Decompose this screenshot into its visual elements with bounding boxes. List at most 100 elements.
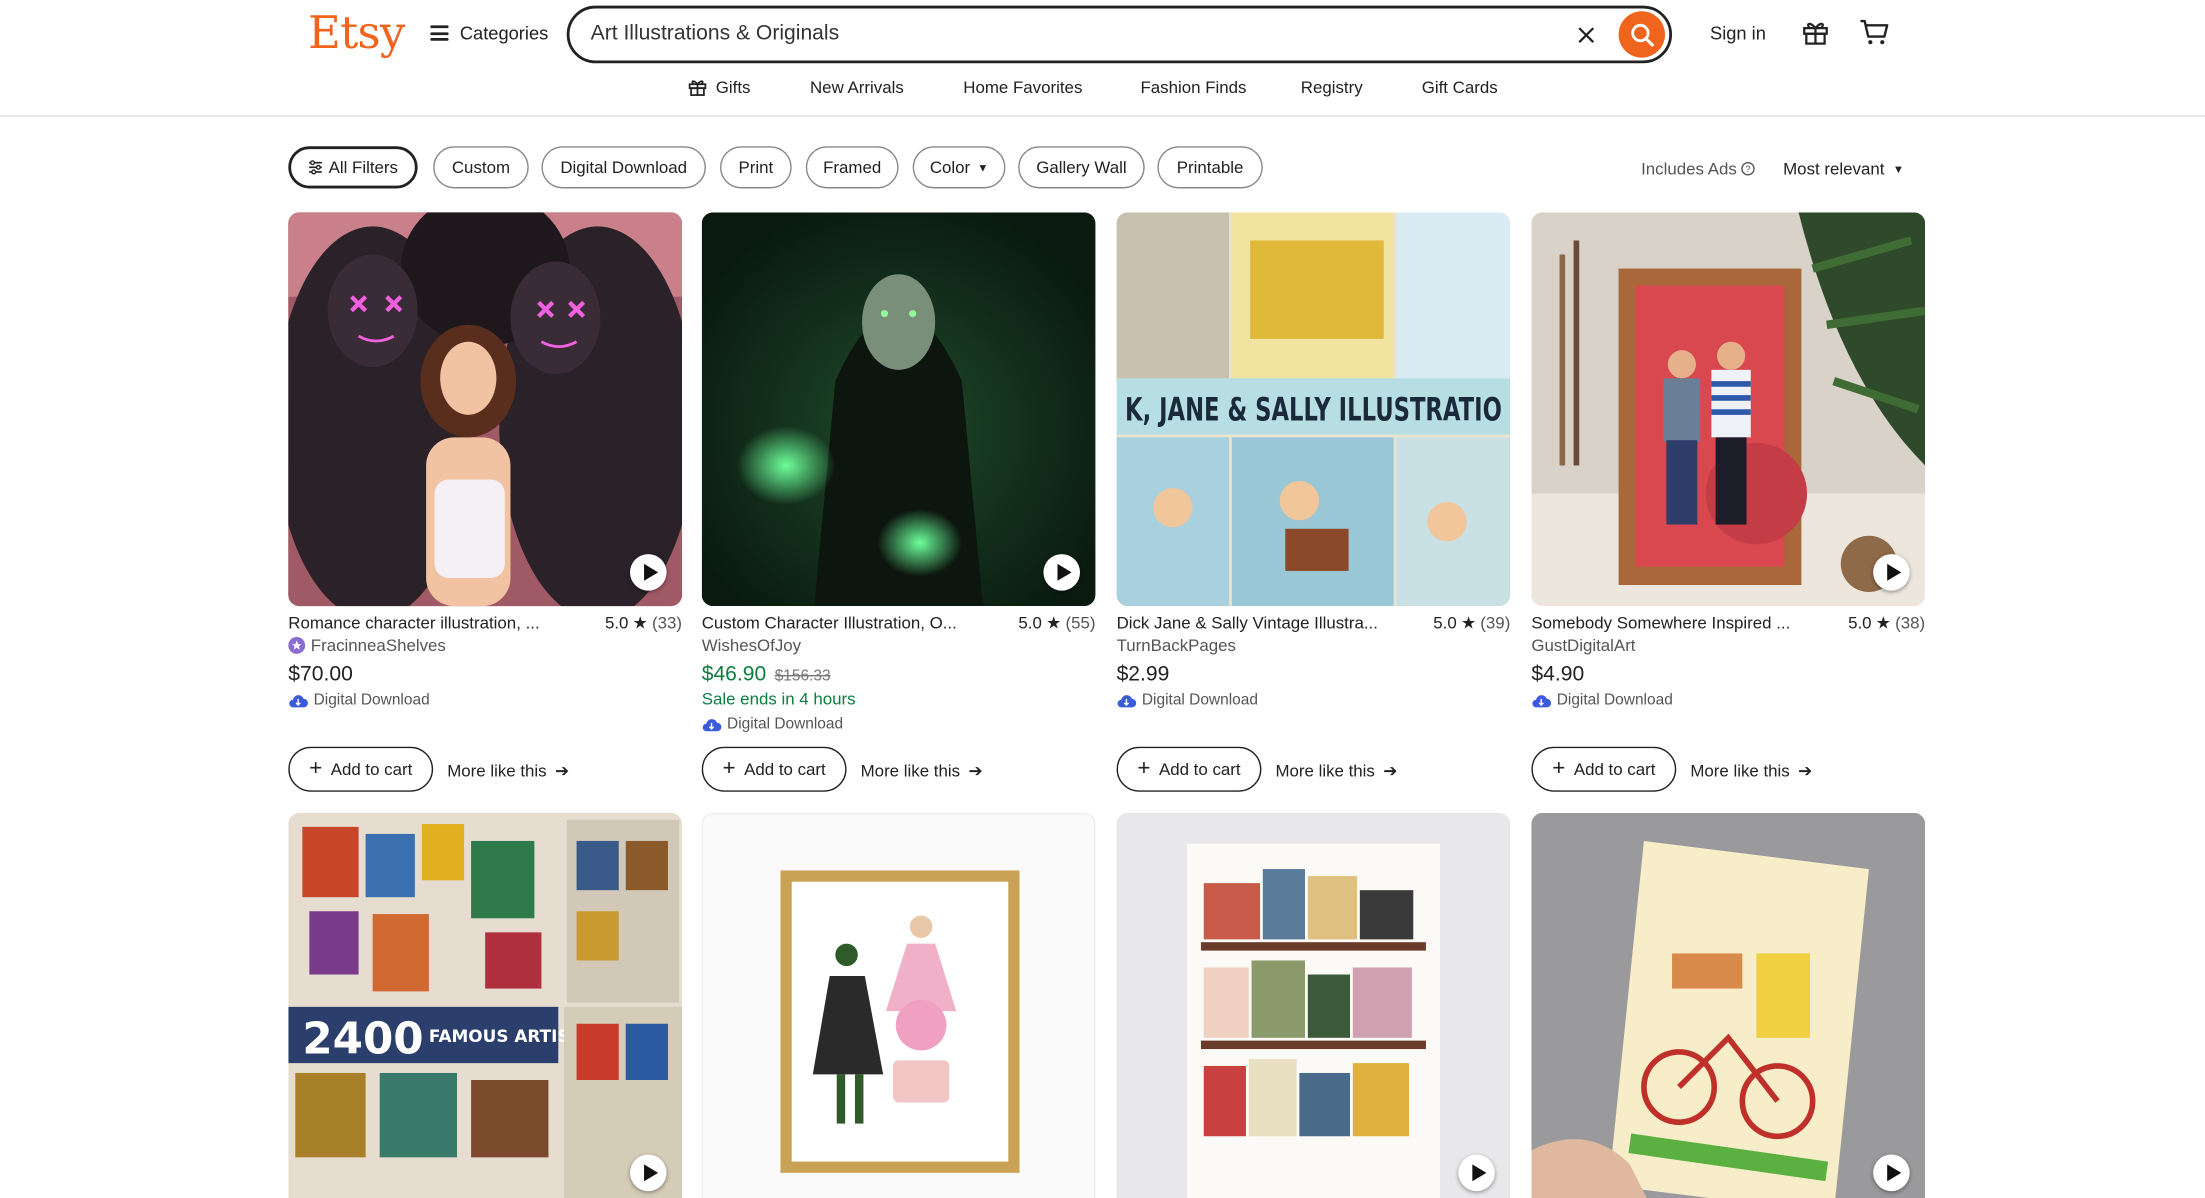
arrow-right-icon: ➔: [555, 760, 570, 781]
listing-image[interactable]: [1531, 812, 1926, 1198]
shop-name[interactable]: TurnBackPages: [1117, 636, 1236, 656]
subnav: Gifts New Arrivals Home Favorites Fashio…: [0, 77, 2205, 105]
digital-download-label: Digital Download: [702, 716, 843, 733]
listing-image[interactable]: [701, 212, 1096, 607]
arrow-right-icon: ➔: [1798, 760, 1813, 781]
listing-price: $70.00: [288, 662, 353, 687]
listing-card[interactable]: K, JANE & SALLY ILLUSTRATIO Dick Jane & …: [1116, 212, 1511, 792]
sale-ends-label: Sale ends in 4 hours: [701, 689, 856, 709]
add-to-cart-button[interactable]: + Add to cart: [288, 746, 434, 792]
more-like-this-label: More like this: [860, 760, 961, 781]
search-button[interactable]: [1618, 11, 1665, 58]
chip-digital-download[interactable]: Digital Download: [541, 146, 706, 189]
shop-name[interactable]: WishesOfJoy: [702, 636, 801, 656]
nav-gift-cards[interactable]: Gift Cards: [1422, 77, 1498, 97]
listing-card[interactable]: Somebody Somewhere Inspired ... 5.0 ★ (3…: [1531, 212, 1926, 792]
chip-printable[interactable]: Printable: [1157, 146, 1263, 189]
plus-icon: +: [722, 756, 736, 781]
listing-image[interactable]: [701, 812, 1096, 1198]
play-video-icon[interactable]: [1043, 554, 1080, 591]
listing-image[interactable]: [288, 212, 683, 607]
search-input[interactable]: [590, 21, 1547, 45]
listing-rating: 5.0 ★ (38): [1848, 613, 1925, 633]
shop-name[interactable]: FracinneaShelves: [288, 636, 446, 655]
sign-in-link[interactable]: Sign in: [1710, 23, 1766, 44]
sort-dropdown[interactable]: Most relevant ▼: [1783, 159, 1904, 179]
shop-name[interactable]: GustDigitalArt: [1531, 636, 1635, 656]
cart-icon[interactable]: [1859, 18, 1890, 53]
format-label: Digital Download: [1141, 691, 1258, 709]
all-filters-label: All Filters: [328, 157, 398, 178]
add-to-cart-label: Add to cart: [744, 759, 826, 780]
includes-ads[interactable]: Includes Ads ?: [1641, 159, 1755, 179]
plus-icon: +: [1137, 756, 1151, 781]
listing-title[interactable]: Romance character illustration, ...: [288, 613, 555, 633]
gift-icon: [688, 80, 707, 96]
gift-icon[interactable]: [1801, 18, 1829, 53]
listing-image[interactable]: K, JANE & SALLY ILLUSTRATIO: [1116, 212, 1511, 607]
nav-home-favorites[interactable]: Home Favorites: [963, 77, 1082, 97]
listing-image[interactable]: [1116, 812, 1511, 1198]
all-filters-button[interactable]: All Filters: [288, 146, 418, 189]
listing-price: $46.90 $156.33: [702, 662, 831, 686]
more-like-this-label: More like this: [447, 760, 547, 781]
listing-card[interactable]: [701, 812, 1096, 1198]
listing-price: $2.99: [1116, 662, 1170, 687]
rating-value: 5.0: [1433, 613, 1457, 633]
page: Etsy Categories Sign in Gifts: [0, 0, 2205, 1198]
plus-icon: +: [1552, 756, 1566, 781]
nav-gifts[interactable]: Gifts: [688, 77, 750, 97]
play-video-icon[interactable]: [630, 554, 667, 591]
arrow-right-icon: ➔: [1383, 760, 1398, 781]
listing-card[interactable]: Custom Character Illustration, O... 5.0 …: [701, 212, 1096, 792]
play-video-icon[interactable]: [630, 1154, 667, 1192]
cloud-download-icon: [1532, 694, 1552, 707]
search-bar: [566, 5, 1673, 64]
chip-print[interactable]: Print: [720, 146, 792, 189]
menu-icon: [430, 25, 449, 41]
add-to-cart-button[interactable]: + Add to cart: [1531, 746, 1677, 792]
more-like-this-link[interactable]: More like this ➔: [447, 761, 569, 781]
listing-image[interactable]: 2400 FAMOUS ARTISTS: [288, 812, 683, 1198]
add-to-cart-button[interactable]: + Add to cart: [701, 746, 847, 792]
close-icon[interactable]: [1571, 20, 1602, 51]
chip-custom[interactable]: Custom: [433, 146, 529, 189]
chip-color-label: Color: [929, 157, 971, 178]
listing-card[interactable]: [1531, 812, 1926, 1198]
listing-title[interactable]: Custom Character Illustration, O...: [702, 613, 969, 633]
add-to-cart-button[interactable]: + Add to cart: [1116, 746, 1262, 792]
listing-rating: 5.0 ★ (55): [1018, 613, 1095, 633]
caret-down-icon: ▼: [1892, 162, 1904, 176]
play-video-icon[interactable]: [1458, 1154, 1495, 1192]
image-big-number: 2400: [302, 1014, 423, 1064]
listing-title[interactable]: Somebody Somewhere Inspired ...: [1531, 613, 1798, 633]
search-icon: [1630, 23, 1654, 46]
digital-download-label: Digital Download: [1531, 691, 1673, 709]
more-like-this-label: More like this: [1275, 760, 1375, 781]
more-like-this-link[interactable]: More like this ➔: [1275, 761, 1397, 781]
listing-image[interactable]: [1531, 212, 1926, 607]
nav-registry[interactable]: Registry: [1301, 77, 1363, 97]
format-label: Digital Download: [1556, 691, 1673, 709]
listing-card[interactable]: 2400 FAMOUS ARTISTS: [288, 812, 683, 1198]
listing-title[interactable]: Dick Jane & Sally Vintage Illustra...: [1117, 613, 1384, 633]
star-icon: ★: [1875, 613, 1891, 633]
play-video-icon[interactable]: [1873, 1154, 1910, 1192]
nav-new-arrivals[interactable]: New Arrivals: [810, 77, 904, 97]
etsy-logo[interactable]: Etsy: [308, 6, 405, 59]
star-icon: ★: [1046, 613, 1062, 633]
chip-gallery-wall[interactable]: Gallery Wall: [1018, 146, 1145, 189]
categories-button[interactable]: Categories: [430, 23, 548, 44]
format-label: Digital Download: [313, 691, 430, 709]
rating-value: 5.0: [1018, 613, 1042, 633]
caret-down-icon: ▼: [977, 161, 989, 174]
nav-fashion-finds[interactable]: Fashion Finds: [1140, 77, 1246, 97]
listing-card[interactable]: Romance character illustration, ... 5.0 …: [288, 212, 683, 792]
chip-framed[interactable]: Framed: [805, 146, 899, 189]
categories-label: Categories: [459, 22, 549, 44]
play-video-icon[interactable]: [1873, 554, 1910, 591]
more-like-this-link[interactable]: More like this ➔: [1690, 761, 1812, 781]
more-like-this-link[interactable]: More like this ➔: [861, 761, 983, 781]
listing-card[interactable]: [1116, 812, 1511, 1198]
chip-color[interactable]: Color ▼: [912, 146, 1006, 189]
